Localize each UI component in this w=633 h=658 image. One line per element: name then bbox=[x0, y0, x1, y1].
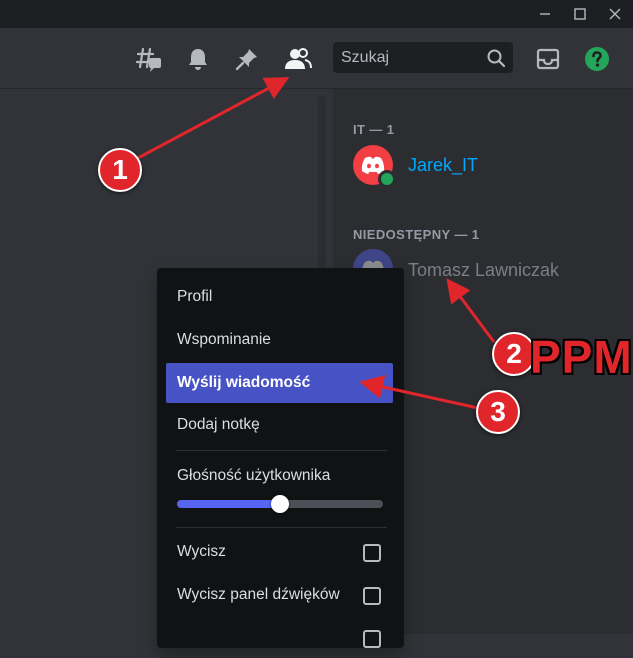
close-icon[interactable] bbox=[598, 0, 632, 28]
mute-checkbox[interactable] bbox=[363, 544, 381, 562]
context-menu: Profil Wspominanie Wyślij wiadomość Doda… bbox=[157, 268, 404, 648]
members-icon[interactable] bbox=[283, 44, 313, 74]
maximize-icon[interactable] bbox=[563, 0, 597, 28]
menu-item-add-note[interactable]: Dodaj notkę bbox=[166, 405, 393, 445]
menu-item-label: Głośność użytkownika bbox=[177, 467, 331, 484]
menu-item-label: Wycisz bbox=[177, 543, 226, 560]
menu-item-mute[interactable]: Wycisz bbox=[166, 532, 393, 572]
menu-checkbox[interactable] bbox=[363, 630, 381, 648]
menu-item-label: Dodaj notkę bbox=[177, 416, 260, 433]
search-icon bbox=[487, 49, 506, 68]
menu-item-profile[interactable]: Profil bbox=[166, 277, 393, 317]
member-group-title: IT — 1 bbox=[353, 122, 395, 137]
menu-item-mute-soundboard[interactable]: Wycisz panel dźwięków bbox=[166, 575, 393, 615]
threads-icon[interactable] bbox=[134, 44, 164, 74]
bell-icon[interactable] bbox=[183, 44, 213, 74]
menu-divider bbox=[176, 450, 387, 451]
member-name[interactable]: Tomasz Lawniczak bbox=[408, 260, 559, 281]
search-input[interactable]: Szukaj bbox=[333, 42, 513, 73]
help-icon[interactable] bbox=[582, 44, 612, 74]
member-group-title: NIEDOSTĘPNY — 1 bbox=[353, 227, 480, 242]
window-titlebar bbox=[0, 0, 633, 28]
search-placeholder: Szukaj bbox=[341, 49, 390, 66]
menu-item-user-volume: Głośność użytkownika bbox=[166, 456, 393, 496]
step-badge-1: 1 bbox=[98, 148, 142, 192]
volume-slider-fill bbox=[177, 500, 280, 508]
menu-item-label: Wyślij wiadomość bbox=[177, 374, 311, 391]
menu-item-mention[interactable]: Wspominanie bbox=[166, 320, 393, 360]
ppm-label: PPM bbox=[530, 331, 633, 383]
step-badge-3: 3 bbox=[476, 390, 520, 434]
member-name[interactable]: Jarek_IT bbox=[408, 155, 478, 176]
menu-item-partial[interactable] bbox=[166, 618, 393, 658]
minimize-icon[interactable] bbox=[528, 0, 562, 28]
volume-slider-handle[interactable] bbox=[271, 495, 289, 513]
inbox-icon[interactable] bbox=[533, 44, 563, 74]
menu-item-send-message[interactable]: Wyślij wiadomość bbox=[166, 363, 393, 403]
online-status-icon bbox=[378, 170, 396, 188]
volume-slider[interactable] bbox=[177, 495, 383, 513]
menu-item-label: Wycisz panel dźwięków bbox=[177, 586, 340, 603]
pin-icon[interactable] bbox=[232, 44, 262, 74]
menu-item-label: Profil bbox=[177, 288, 213, 305]
menu-item-label: Wspominanie bbox=[177, 331, 271, 348]
menu-divider bbox=[176, 527, 387, 528]
mute-soundboard-checkbox[interactable] bbox=[363, 587, 381, 605]
